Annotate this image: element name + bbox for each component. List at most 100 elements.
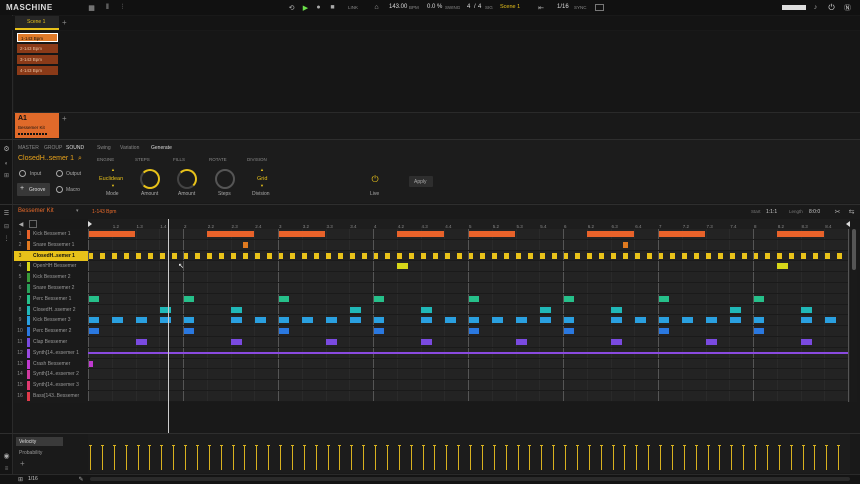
velocity-bar[interactable]: [101, 445, 103, 470]
sound-row-number[interactable]: 16: [15, 391, 25, 402]
note-event[interactable]: [587, 231, 634, 237]
pencil-icon[interactable]: ✎: [77, 475, 85, 483]
division-value[interactable]: Grid: [257, 176, 267, 182]
note-event[interactable]: [801, 317, 812, 324]
note-event[interactable]: [302, 252, 308, 259]
sound-row-name[interactable]: Synth[14..essemer 2: [33, 369, 79, 380]
note-event[interactable]: [326, 252, 331, 259]
sound-row-number[interactable]: 11: [15, 337, 25, 348]
velocity-bar[interactable]: [173, 445, 175, 470]
note-event[interactable]: [706, 339, 717, 345]
synth-note-long[interactable]: [88, 351, 848, 354]
sound-name[interactable]: ClosedH..semer 1: [18, 155, 74, 162]
grid-icon[interactable]: ⊞: [2, 171, 11, 180]
velocity-bar[interactable]: [493, 445, 495, 470]
note-event[interactable]: [349, 252, 355, 259]
note-event[interactable]: [658, 295, 670, 302]
velocity-bar[interactable]: [529, 445, 531, 470]
sound-row-number[interactable]: 8: [15, 305, 25, 316]
division-down-arrow[interactable]: ▼: [260, 183, 264, 188]
note-event[interactable]: [729, 252, 735, 259]
metronome-icon[interactable]: ⌂: [372, 3, 381, 12]
follow-icon[interactable]: ⇤: [536, 3, 546, 12]
pattern-name[interactable]: 1-143 Bpm: [92, 209, 116, 215]
velocity-bar[interactable]: [232, 445, 234, 470]
note-event[interactable]: [290, 252, 296, 259]
note-event[interactable]: [421, 306, 432, 313]
note-event[interactable]: [397, 263, 409, 270]
sound-row-number[interactable]: 9: [15, 315, 25, 326]
note-event[interactable]: [207, 252, 213, 259]
note-event[interactable]: [421, 252, 426, 259]
velocity-bar[interactable]: [268, 445, 270, 470]
sound-row-name[interactable]: Clap Bessemer: [33, 337, 67, 348]
note-event[interactable]: [124, 252, 130, 259]
note-event[interactable]: [195, 252, 201, 259]
note-event[interactable]: [575, 252, 581, 259]
sound-row-number[interactable]: 5: [15, 272, 25, 283]
note-event[interactable]: [670, 252, 676, 259]
loop-icon[interactable]: ⟲: [287, 3, 296, 12]
library-icon[interactable]: ‖: [103, 3, 112, 12]
note-event[interactable]: [563, 317, 575, 324]
velocity-bar[interactable]: [743, 445, 745, 470]
note-event[interactable]: [753, 295, 765, 302]
note-event[interactable]: [373, 328, 385, 335]
note-event[interactable]: [468, 252, 474, 259]
note-event[interactable]: [254, 317, 266, 324]
sound-row-name[interactable]: Bass[143..Bessemer: [33, 391, 79, 402]
note-event[interactable]: [278, 317, 290, 324]
power-icon[interactable]: ⏻: [827, 3, 836, 12]
velocity-bar[interactable]: [576, 445, 578, 470]
velocity-bar[interactable]: [220, 445, 222, 470]
subtab-swing[interactable]: Swing: [97, 145, 111, 151]
note-event[interactable]: [337, 252, 343, 259]
note-event[interactable]: [112, 317, 124, 324]
note-event[interactable]: [658, 231, 705, 237]
velocity-bar[interactable]: [161, 445, 163, 470]
velocity-bar[interactable]: [790, 445, 792, 470]
output-button[interactable]: Output: [66, 171, 81, 177]
sound-row-name[interactable]: Kick Bessemer 1: [33, 229, 71, 240]
note-event[interactable]: [812, 252, 818, 259]
vertical-scroll-thumb[interactable]: [852, 229, 856, 270]
velocity-bar[interactable]: [565, 445, 566, 470]
note-event[interactable]: [777, 231, 824, 237]
note-event[interactable]: [278, 252, 284, 259]
velocity-bar[interactable]: [517, 445, 519, 470]
velocity-bar[interactable]: [707, 445, 709, 470]
note-event[interactable]: [421, 339, 432, 345]
note-event[interactable]: [539, 252, 545, 259]
note-event[interactable]: [801, 339, 812, 345]
velocity-bar[interactable]: [588, 445, 590, 470]
velocity-bar[interactable]: [256, 445, 258, 470]
play-icon[interactable]: ▶: [301, 3, 310, 12]
division-up-arrow[interactable]: ▲: [260, 167, 264, 172]
velocity-bar[interactable]: [624, 445, 626, 470]
velocity-bar[interactable]: [137, 445, 139, 470]
velocity-bar[interactable]: [446, 445, 448, 470]
sound-row-name[interactable]: Perc Bessemer 2: [33, 326, 71, 337]
note-event[interactable]: [88, 328, 100, 335]
note-event[interactable]: [729, 317, 741, 324]
note-event[interactable]: [563, 328, 575, 335]
add-scene-button[interactable]: +: [62, 18, 67, 27]
velocity-bar[interactable]: [481, 445, 483, 470]
group-dropdown-icon[interactable]: ▾: [76, 208, 79, 214]
velocity-bar[interactable]: [553, 445, 555, 470]
note-event[interactable]: [231, 252, 236, 259]
sound-row-name[interactable]: Synth[14..essemer 3: [33, 380, 79, 391]
tab-master[interactable]: MASTER: [18, 145, 39, 151]
note-event[interactable]: [753, 252, 759, 259]
velocity-bar[interactable]: [434, 445, 436, 470]
note-event[interactable]: [706, 252, 711, 259]
velocity-bar[interactable]: [339, 445, 341, 470]
note-event[interactable]: [254, 252, 260, 259]
sound-row-number[interactable]: 1: [15, 229, 25, 240]
velocity-bar[interactable]: [814, 445, 816, 470]
note-event[interactable]: [373, 252, 379, 259]
pattern-editor-icon[interactable]: ☰: [2, 209, 11, 218]
start-value[interactable]: 1:1:1: [766, 209, 777, 215]
note-event[interactable]: [599, 252, 605, 259]
note-event[interactable]: [349, 306, 361, 313]
